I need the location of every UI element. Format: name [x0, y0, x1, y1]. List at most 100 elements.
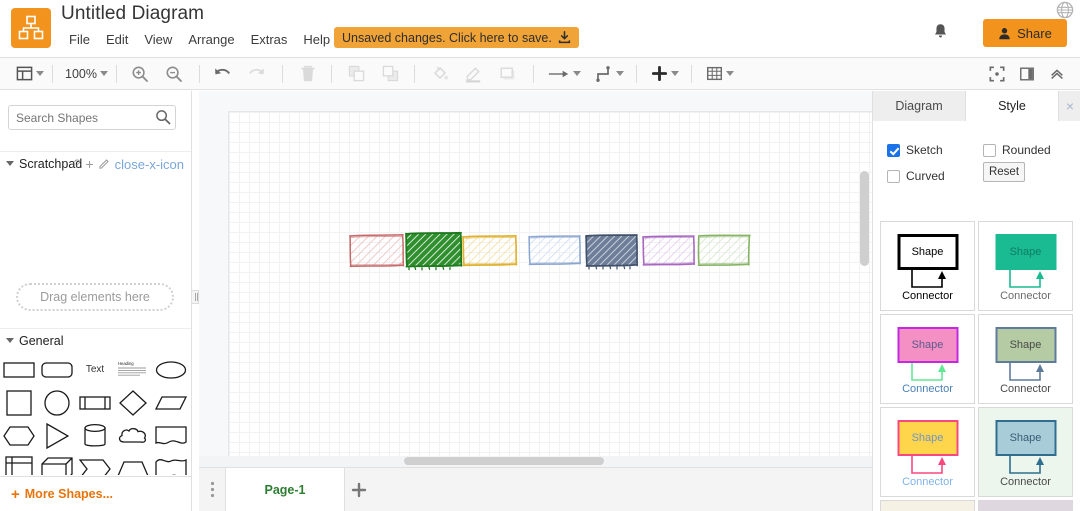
shape-parallelogram[interactable]: [152, 386, 190, 419]
reset-button[interactable]: Reset: [983, 162, 1025, 182]
style-default[interactable]: Shape Connector: [880, 221, 975, 311]
style-shape-label: Shape: [911, 432, 944, 444]
shape-textbox-heading[interactable]: Heading: [114, 353, 152, 386]
curved-checkbox[interactable]: [887, 169, 900, 183]
shape-circle[interactable]: [38, 386, 76, 419]
person-icon: [999, 27, 1010, 39]
style-pink[interactable]: Shape Connector: [880, 314, 975, 404]
sketch-rect-purple[interactable]: [642, 235, 695, 266]
diagram-canvas[interactable]: [199, 91, 872, 467]
more-shapes-button[interactable]: + More Shapes...: [0, 476, 191, 511]
delete-button[interactable]: [295, 61, 321, 87]
fullscreen-button[interactable]: [984, 61, 1010, 87]
search-icon[interactable]: [155, 109, 171, 125]
table-button[interactable]: [704, 61, 736, 87]
shape-rectangle[interactable]: [0, 353, 38, 386]
waypoints-button[interactable]: [546, 61, 583, 87]
shape-process[interactable]: [76, 386, 114, 419]
collapse-toolbar-button[interactable]: [1044, 61, 1070, 87]
shape-trapezoid[interactable]: [114, 452, 152, 475]
menu-arrange[interactable]: Arrange: [180, 30, 242, 49]
shape-cube[interactable]: [38, 452, 76, 475]
sketch-rect-red[interactable]: [349, 234, 405, 268]
rounded-checkbox[interactable]: [983, 143, 996, 157]
sketch-checkbox[interactable]: [887, 143, 900, 157]
share-button[interactable]: Share: [983, 19, 1067, 47]
document-title[interactable]: Untitled Diagram: [61, 3, 204, 25]
bring-to-front-button[interactable]: [344, 61, 370, 87]
shape-text[interactable]: Text: [76, 353, 114, 386]
shape-tape[interactable]: [152, 452, 190, 475]
close-x-icon[interactable]: close-x-icon: [115, 158, 184, 171]
search-shapes-input[interactable]: [8, 105, 176, 130]
edge-style-button[interactable]: [593, 61, 626, 87]
shadow-button[interactable]: [495, 61, 521, 87]
shape-internal-storage[interactable]: [0, 452, 38, 475]
vertical-dots-icon[interactable]: [199, 468, 225, 511]
style-cream-teal[interactable]: ShapeConnector: [978, 500, 1073, 511]
fill-color-button[interactable]: [427, 61, 453, 87]
view-layout-button[interactable]: [14, 61, 46, 87]
menu-view[interactable]: View: [136, 30, 180, 49]
style-yellow-pink[interactable]: Shape Connector: [880, 407, 975, 497]
shape-hexagon[interactable]: [0, 419, 38, 452]
menu-extras[interactable]: Extras: [243, 30, 296, 49]
style-teal[interactable]: Shape Connector: [978, 221, 1073, 311]
shape-rounded-rectangle[interactable]: [38, 353, 76, 386]
notifications-button[interactable]: [927, 20, 953, 42]
canvas-vertical-scrollbar[interactable]: [860, 171, 869, 266]
plus-icon: [651, 65, 668, 82]
redo-button[interactable]: [244, 61, 270, 87]
shape-step[interactable]: [76, 452, 114, 475]
scratchpad-add-icon[interactable]: +: [85, 157, 93, 171]
format-panel-button[interactable]: [1014, 61, 1040, 87]
scratchpad-help-icon[interactable]: ?: [74, 158, 81, 170]
option-curved[interactable]: Curved: [887, 169, 945, 183]
edge-style-icon: [596, 65, 610, 82]
language-globe-button[interactable]: [1056, 1, 1076, 21]
page-tab-page-1[interactable]: Page-1: [225, 468, 345, 511]
shape-diamond[interactable]: [114, 386, 152, 419]
menu-file[interactable]: File: [61, 30, 98, 49]
canvas-horizontal-scrollbar[interactable]: [404, 457, 604, 465]
sketch-rect-yellow[interactable]: [462, 234, 518, 267]
undo-button[interactable]: [210, 61, 236, 87]
edge-style-caret-icon: [615, 71, 624, 76]
menu-edit[interactable]: Edit: [98, 30, 136, 49]
sketch-rect-blue[interactable]: [528, 235, 581, 266]
shape-triangle[interactable]: [38, 419, 76, 452]
sidebar-collapse-handle[interactable]: [192, 290, 199, 304]
unsaved-changes-button[interactable]: Unsaved changes. Click here to save.: [334, 27, 579, 48]
zoom-select-button[interactable]: 100%: [59, 61, 110, 87]
close-x-icon[interactable]: ×: [1059, 91, 1080, 121]
line-color-button[interactable]: [461, 61, 487, 87]
option-rounded[interactable]: Rounded: [983, 143, 1051, 157]
sketch-rect-olive[interactable]: [697, 234, 751, 266]
zoom-in-button[interactable]: [127, 61, 153, 87]
tab-diagram[interactable]: Diagram: [873, 91, 966, 121]
shape-document[interactable]: [152, 419, 190, 452]
sketch-rect-slate[interactable]: [585, 234, 639, 270]
style-blue-mint[interactable]: Shape Connector: [978, 407, 1073, 497]
sidebar-section-general[interactable]: General: [0, 328, 191, 352]
sidebar-section-scratchpad[interactable]: Scratchpad ? + close-x-icon: [0, 151, 191, 175]
canvas-page-sheet[interactable]: [228, 111, 872, 467]
add-page-button[interactable]: [345, 468, 373, 511]
sketch-rect-green[interactable]: [405, 231, 463, 271]
style-orange[interactable]: ShapeConnector: [880, 500, 975, 511]
zoom-out-button[interactable]: [161, 61, 187, 87]
canvas-horizontal-scroll-track[interactable]: [199, 456, 872, 467]
insert-button[interactable]: [649, 61, 681, 87]
option-sketch[interactable]: Sketch: [887, 143, 943, 157]
shape-ellipse[interactable]: [152, 353, 190, 386]
shape-cylinder[interactable]: [76, 419, 114, 452]
send-to-back-button[interactable]: [378, 61, 404, 87]
style-connector-preview: [1008, 270, 1044, 288]
edit-pencil-icon[interactable]: [99, 158, 110, 171]
menu-help[interactable]: Help: [295, 30, 338, 49]
shape-square[interactable]: [0, 386, 38, 419]
style-sage[interactable]: Shape Connector: [978, 314, 1073, 404]
shape-cloud[interactable]: [114, 419, 152, 452]
scratchpad-drop-area[interactable]: Drag elements here: [16, 283, 174, 311]
tab-style[interactable]: Style: [966, 91, 1059, 121]
